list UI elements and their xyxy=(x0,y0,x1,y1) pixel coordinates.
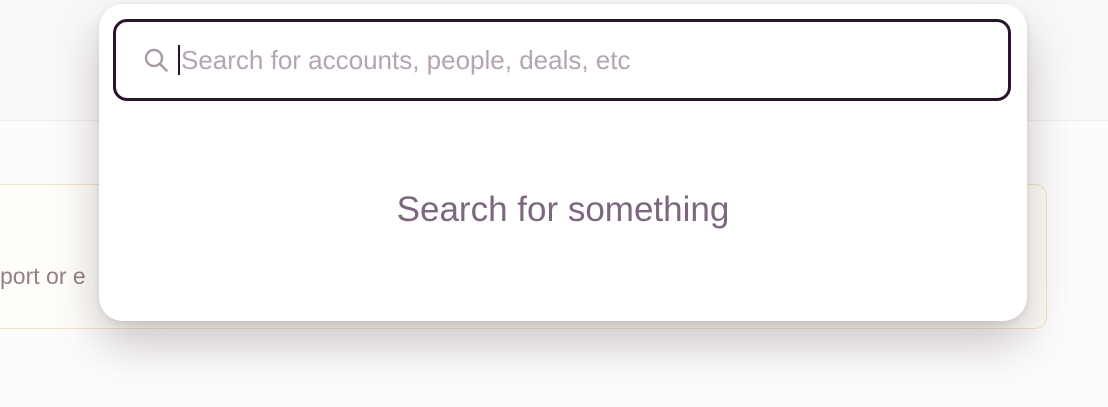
search-field[interactable] xyxy=(113,19,1011,101)
search-icon xyxy=(142,46,170,74)
empty-state-message: Search for something xyxy=(396,190,730,229)
search-dialog: Search for something xyxy=(99,4,1027,321)
app-page: port or e Search for something xyxy=(0,0,1108,407)
search-input[interactable] xyxy=(180,40,1008,80)
